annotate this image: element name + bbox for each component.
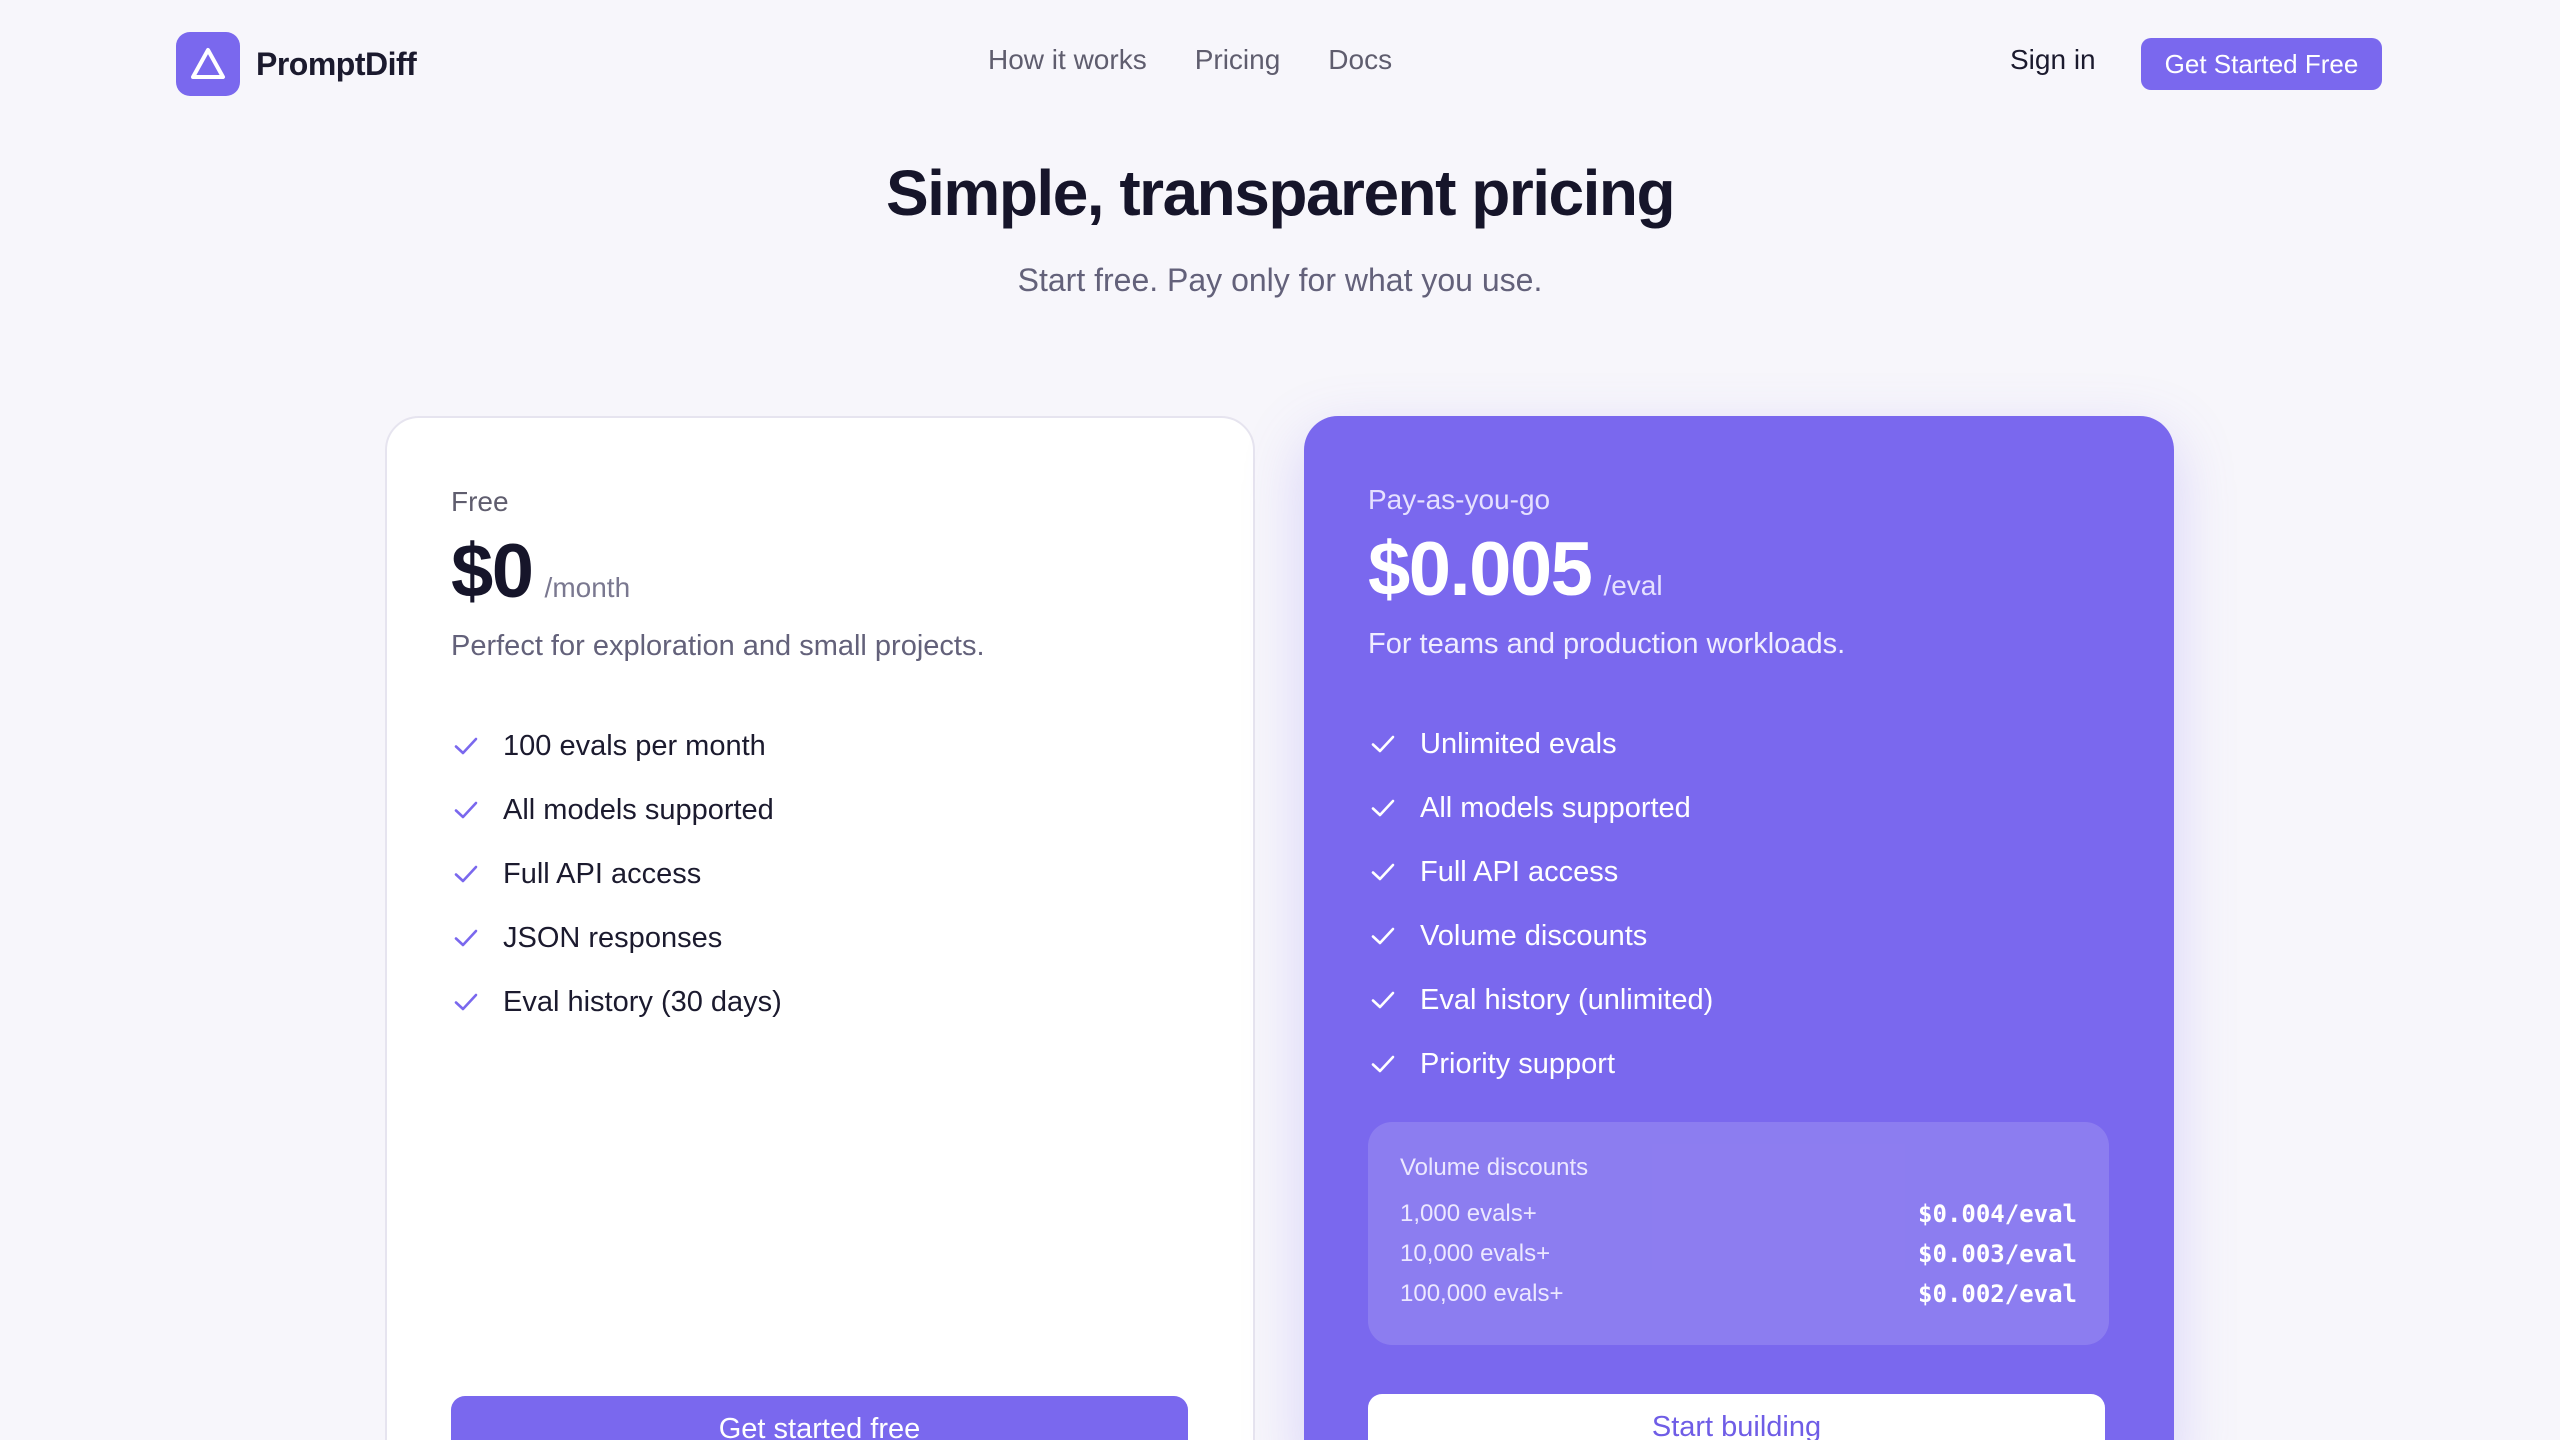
plan-description: Perfect for exploration and small projec… (451, 630, 985, 662)
pay-as-you-go-plan-card: Pay-as-you-go $0.005 /eval For teams and… (1304, 416, 2174, 1440)
check-icon (1368, 1049, 1398, 1079)
plan-price: $0 (451, 529, 534, 614)
volume-tier-price: $0.002/eval (1918, 1280, 2077, 1308)
page-subtitle: Start free. Pay only for what you use. (1017, 262, 1543, 298)
volume-tier-price: $0.004/eval (1918, 1200, 2077, 1228)
feature-text: All models supported (1420, 791, 1691, 824)
brand-link[interactable]: PromptDiff (176, 32, 417, 96)
feature-text: Unlimited evals (1420, 727, 1617, 760)
check-icon (1368, 985, 1398, 1015)
price-unit: /month (544, 572, 631, 603)
triangle-icon (176, 32, 240, 96)
feature-item: Eval history (30 days) (451, 970, 782, 1034)
nav-link-docs[interactable]: Docs (1328, 44, 1392, 76)
feature-item: Eval history (unlimited) (1368, 968, 1713, 1032)
check-icon (451, 795, 481, 825)
feature-item: Volume discounts (1368, 904, 1713, 968)
get-started-free-button[interactable]: Get Started Free (2141, 38, 2382, 90)
check-icon (1368, 857, 1398, 887)
feature-item: Full API access (451, 842, 782, 906)
volume-discounts-box: Volume discounts 1,000 evals+ $0.004/eva… (1368, 1122, 2109, 1345)
plan-name: Pay-as-you-go (1368, 484, 1551, 515)
price-row: $0 /month (451, 528, 630, 615)
volume-tier-row: 10,000 evals+ $0.003/eval (1400, 1240, 2077, 1268)
feature-text: All models supported (503, 793, 774, 826)
feature-list: 100 evals per month All models supported… (451, 714, 782, 1034)
check-icon (1368, 729, 1398, 759)
feature-text: 100 evals per month (503, 729, 766, 762)
check-icon (451, 731, 481, 761)
plan-name: Free (451, 486, 509, 517)
volume-tier-row: 100,000 evals+ $0.002/eval (1400, 1280, 2077, 1308)
feature-item: Unlimited evals (1368, 712, 1713, 776)
volume-tier-label: 100,000 evals+ (1400, 1280, 1564, 1307)
check-icon (1368, 793, 1398, 823)
get-started-free-plan-button[interactable]: Get started free (451, 1396, 1188, 1440)
brand-name: PromptDiff (256, 45, 417, 82)
feature-item: Full API access (1368, 840, 1713, 904)
start-building-button[interactable]: Start building (1368, 1394, 2105, 1440)
top-nav: PromptDiff How it works Pricing Docs Sig… (0, 0, 2560, 128)
feature-item: All models supported (1368, 776, 1713, 840)
check-icon (1368, 921, 1398, 951)
sign-in-link[interactable]: Sign in (2010, 44, 2096, 76)
nav-link-how-it-works[interactable]: How it works (988, 44, 1147, 76)
page-title: Simple, transparent pricing (885, 157, 1676, 229)
feature-item: All models supported (451, 778, 782, 842)
check-icon (451, 859, 481, 889)
feature-text: Volume discounts (1420, 919, 1648, 952)
feature-text: Priority support (1420, 1047, 1616, 1080)
feature-text: Eval history (unlimited) (1420, 983, 1714, 1016)
free-plan-card: Free $0 /month Perfect for exploration a… (385, 416, 1255, 1440)
volume-tier-price: $0.003/eval (1918, 1240, 2077, 1268)
volume-discounts-title: Volume discounts (1400, 1154, 1589, 1181)
feature-item: Priority support (1368, 1032, 1713, 1096)
feature-list: Unlimited evals All models supported Ful… (1368, 712, 1713, 1096)
price-row: $0.005 /eval (1368, 526, 1663, 613)
feature-text: Eval history (30 days) (503, 985, 782, 1018)
feature-item: 100 evals per month (451, 714, 782, 778)
nav-links: How it works Pricing Docs (988, 44, 1392, 76)
check-icon (451, 987, 481, 1017)
volume-tier-label: 1,000 evals+ (1400, 1200, 1537, 1227)
feature-text: JSON responses (503, 921, 723, 954)
feature-text: Full API access (503, 857, 702, 890)
plan-price: $0.005 (1368, 527, 1593, 612)
nav-link-pricing[interactable]: Pricing (1195, 44, 1281, 76)
check-icon (451, 923, 481, 953)
plan-description: For teams and production workloads. (1368, 628, 1846, 660)
price-unit: /eval (1603, 570, 1663, 601)
volume-tier-row: 1,000 evals+ $0.004/eval (1400, 1200, 2077, 1228)
volume-tier-label: 10,000 evals+ (1400, 1240, 1551, 1267)
pricing-page: PromptDiff How it works Pricing Docs Sig… (0, 0, 2560, 1440)
feature-item: JSON responses (451, 906, 782, 970)
feature-text: Full API access (1420, 855, 1619, 888)
